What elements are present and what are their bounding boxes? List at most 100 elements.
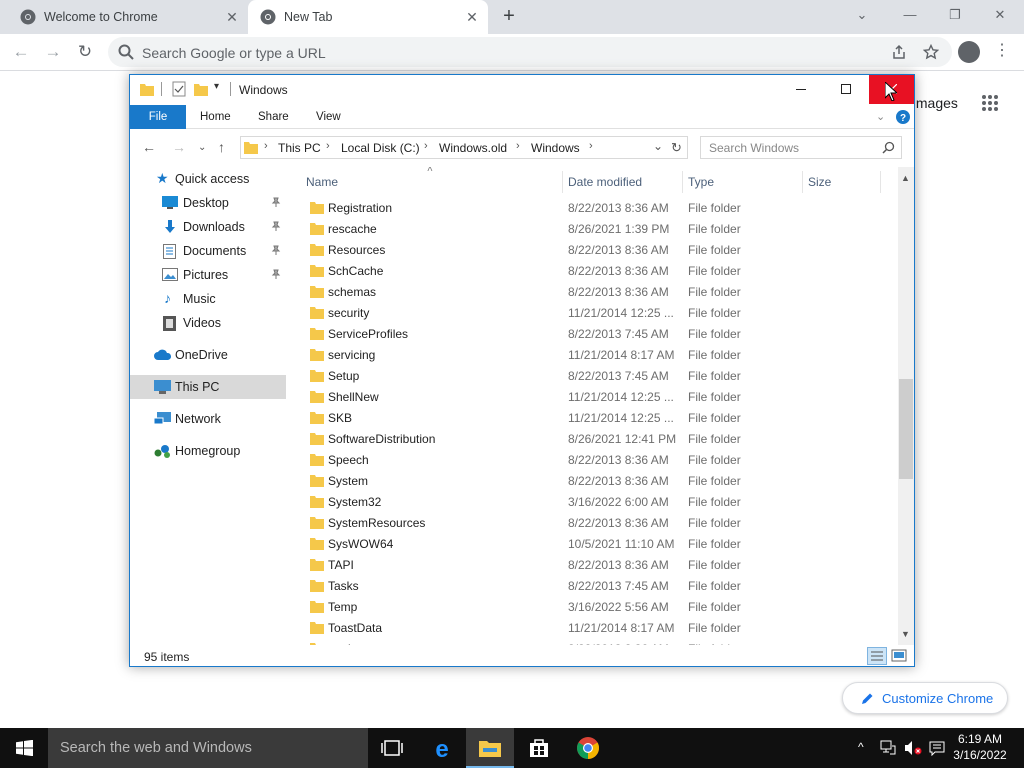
file-row[interactable]: SysWOW64 10/5/2021 11:10 AM File folder <box>300 533 896 554</box>
new-folder-icon[interactable] <box>194 81 208 97</box>
volume-muted-icon[interactable] <box>904 740 922 756</box>
nav-this-pc[interactable]: This PC <box>130 375 286 399</box>
breadcrumb-this-pc[interactable]: This PC <box>278 141 321 155</box>
restore-icon[interactable]: ❐ <box>943 4 967 26</box>
file-row[interactable]: Temp 3/16/2022 5:56 AM File folder <box>300 596 896 617</box>
recent-locations-icon[interactable]: ⌄ <box>198 142 206 153</box>
breadcrumb-local-disk[interactable]: Local Disk (C:) <box>341 141 420 155</box>
breadcrumb-windows[interactable]: Windows <box>531 141 580 155</box>
back-icon[interactable]: ← <box>8 40 34 64</box>
breadcrumb-separator-icon[interactable]: › <box>326 140 330 152</box>
tab-new-tab[interactable]: New Tab ✕ <box>248 0 488 34</box>
scrollbar-thumb[interactable] <box>899 379 913 479</box>
pin-icon[interactable] <box>271 269 281 279</box>
taskbar-search-box[interactable]: Search the web and Windows <box>48 728 368 768</box>
file-row[interactable]: Tasks 8/22/2013 7:45 AM File folder <box>300 575 896 596</box>
nav-videos[interactable]: Videos <box>130 311 286 335</box>
task-view-button[interactable] <box>368 728 416 768</box>
column-separator[interactable] <box>880 171 881 193</box>
file-row[interactable]: TAPI 8/22/2013 8:36 AM File folder <box>300 554 896 575</box>
google-apps-icon[interactable] <box>981 94 999 112</box>
taskbar-chrome-button[interactable] <box>564 728 612 768</box>
vertical-scrollbar[interactable]: ▲ ▼ <box>898 167 914 645</box>
pin-icon[interactable] <box>271 245 281 255</box>
column-header-date-modified[interactable]: Date modified <box>568 171 642 193</box>
file-row[interactable]: SchCache 8/22/2013 8:36 AM File folder <box>300 260 896 281</box>
breadcrumb-separator-icon[interactable]: › <box>516 140 520 152</box>
close-window-icon[interactable]: ✕ <box>988 4 1012 26</box>
ribbon-tab-file[interactable]: File <box>130 105 186 129</box>
taskbar-file-explorer-button[interactable] <box>466 728 514 768</box>
file-row[interactable]: security 11/21/2014 12:25 ... File folder <box>300 302 896 323</box>
minimize-icon[interactable]: — <box>898 4 922 26</box>
scroll-up-icon[interactable]: ▲ <box>901 173 910 183</box>
file-row[interactable]: servicing 11/21/2014 8:17 AM File folder <box>300 344 896 365</box>
nav-downloads[interactable]: Downloads <box>130 215 286 239</box>
column-separator[interactable] <box>682 171 683 193</box>
file-row[interactable]: tracing 8/22/2013 8:36 AM File folder <box>300 638 896 645</box>
explorer-forward-icon[interactable]: → <box>172 139 186 155</box>
network-tray-icon[interactable] <box>880 740 896 756</box>
tab-close-icon[interactable]: ✕ <box>222 9 242 26</box>
details-view-icon[interactable] <box>867 647 887 665</box>
taskbar-store-button[interactable] <box>515 728 563 768</box>
scroll-down-icon[interactable]: ▼ <box>901 629 910 639</box>
tab-welcome-to-chrome[interactable]: Welcome to Chrome ✕ <box>10 0 248 34</box>
show-hidden-icons-chevron-icon[interactable]: ^ <box>858 740 864 754</box>
file-row[interactable]: ShellNew 11/21/2014 12:25 ... File folder <box>300 386 896 407</box>
file-row[interactable]: SoftwareDistribution 8/26/2021 12:41 PM Fi… <box>300 428 896 449</box>
taskbar-edge-button[interactable]: e <box>418 728 466 768</box>
file-row[interactable]: SystemResources 8/22/2013 8:36 AM File fol… <box>300 512 896 533</box>
column-header-type[interactable]: Type <box>688 171 714 193</box>
file-row[interactable]: System 8/22/2013 8:36 AM File folder <box>300 470 896 491</box>
large-icons-view-icon[interactable] <box>890 647 908 665</box>
chrome-menu-icon[interactable]: ⋮ <box>992 42 1012 62</box>
tab-search-chevron-icon[interactable]: ⌄ <box>850 4 874 26</box>
column-header-size[interactable]: Size <box>808 171 831 193</box>
breadcrumb-windows-old[interactable]: Windows.old <box>439 141 507 155</box>
file-row[interactable]: SKB 11/21/2014 12:25 ... File folder <box>300 407 896 428</box>
column-header-name[interactable]: Name <box>306 171 338 193</box>
share-icon[interactable] <box>891 44 907 60</box>
file-row[interactable]: schemas 8/22/2013 8:36 AM File folder <box>300 281 896 302</box>
ribbon-tab-view[interactable]: View <box>316 105 341 129</box>
file-row[interactable]: ServiceProfiles 8/22/2013 7:45 AM File fol… <box>300 323 896 344</box>
bookmark-star-icon[interactable] <box>923 44 939 60</box>
reload-icon[interactable]: ↻ <box>72 40 98 64</box>
file-row[interactable]: Resources 8/22/2013 8:36 AM File folder <box>300 239 896 260</box>
ribbon-tab-share[interactable]: Share <box>258 105 289 129</box>
breadcrumb-separator-icon[interactable]: › <box>424 140 428 152</box>
breadcrumb-separator-icon[interactable]: › <box>589 140 593 152</box>
breadcrumb-separator-icon[interactable]: › <box>264 140 268 152</box>
nav-quick-access[interactable]: ★ Quick access <box>130 167 286 191</box>
nav-homegroup[interactable]: Homegroup <box>130 439 286 463</box>
properties-check-icon[interactable] <box>172 81 186 97</box>
column-separator[interactable] <box>562 171 563 193</box>
address-dropdown-icon[interactable]: ⌄ <box>653 139 663 153</box>
address-bar[interactable]: › This PC › Local Disk (C:) › Windows.ol… <box>240 136 688 159</box>
file-row[interactable]: rescache 8/26/2021 1:39 PM File folder <box>300 218 896 239</box>
nav-pictures[interactable]: Pictures <box>130 263 286 287</box>
file-row[interactable]: Setup 8/22/2013 7:45 AM File folder <box>300 365 896 386</box>
help-icon[interactable]: ? <box>896 110 910 124</box>
ribbon-tab-home[interactable]: Home <box>200 105 231 129</box>
refresh-icon[interactable]: ↻ <box>671 140 682 156</box>
nav-music[interactable]: ♪ Music <box>130 287 286 311</box>
action-center-icon[interactable] <box>929 740 945 756</box>
forward-icon[interactable]: → <box>40 40 66 64</box>
nav-documents[interactable]: Documents <box>130 239 286 263</box>
column-separator[interactable] <box>802 171 803 193</box>
explorer-search-input[interactable]: Search Windows <box>700 136 902 159</box>
file-row[interactable]: ToastData 11/21/2014 8:17 AM File folder <box>300 617 896 638</box>
pin-icon[interactable] <box>271 197 281 207</box>
new-tab-button[interactable]: + <box>498 6 520 28</box>
explorer-minimize-icon[interactable] <box>778 75 823 104</box>
nav-onedrive[interactable]: OneDrive <box>130 343 286 367</box>
profile-avatar-icon[interactable] <box>958 41 980 63</box>
explorer-maximize-icon[interactable] <box>823 75 868 104</box>
file-row[interactable]: System32 3/16/2022 6:00 AM File folder <box>300 491 896 512</box>
taskbar-clock[interactable]: 6:19 AM 3/16/2022 <box>950 731 1010 763</box>
start-button[interactable] <box>0 728 48 768</box>
file-row[interactable]: Speech 8/22/2013 8:36 AM File folder <box>300 449 896 470</box>
omnibox[interactable]: Search Google or type a URL <box>108 37 952 67</box>
